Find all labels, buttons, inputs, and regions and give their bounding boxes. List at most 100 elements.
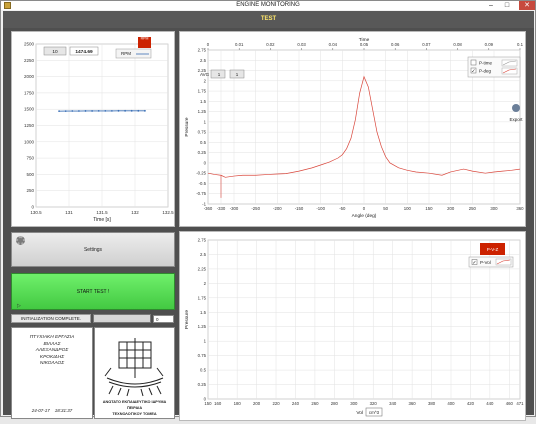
x-tick-label: -300 [230, 206, 239, 211]
rpm-plot-label: RPM [141, 37, 149, 41]
pressure-angle-chart: -1-0.75-0.5-0.2500.250.50.7511.251.51.75… [180, 32, 527, 228]
x-tick-label: 460 [506, 401, 514, 406]
x-tick-label: -100 [316, 206, 325, 211]
settings-label: Settings [84, 247, 102, 253]
y-axis-label: Pressure [184, 117, 190, 137]
x-tick-label: -200 [273, 206, 282, 211]
x-tick-label: 340 [389, 401, 397, 406]
rpm-data-point [85, 110, 87, 112]
x-tick-label: 320 [370, 401, 378, 406]
avg-label: AVG [200, 72, 210, 77]
top-tick-label: 0.03 [297, 42, 306, 47]
title-bar: ENGINE MONITORING – □ ✕ [1, 1, 535, 10]
y-tick-label: -0.75 [196, 191, 206, 196]
application-window: ENGINE MONITORING – □ ✕ TEST 02505007501… [0, 0, 536, 417]
rpm-value: 1474.69 [75, 49, 93, 55]
x-tick-label: 0 [363, 206, 366, 211]
export-label: Export [509, 117, 523, 122]
top-tick-label: 0 [207, 42, 210, 47]
pv-series-label: P-Vol [480, 260, 491, 265]
x-tick-label: 50 [383, 206, 388, 211]
y-tick-label: 2.5 [200, 252, 207, 257]
y-tick-label: 1250 [24, 123, 35, 128]
top-tick-label: 0.04 [329, 42, 338, 47]
x-tick-label: 180 [234, 401, 242, 406]
settings-button[interactable]: Settings [11, 232, 175, 267]
x-tick-label: 360 [409, 401, 417, 406]
x-tick-label: 131 [65, 210, 73, 215]
x-tick-label: 400 [447, 401, 455, 406]
rpm-chart: 0250500750100012501500175020002250250013… [12, 32, 176, 228]
rpm-data-point [111, 110, 113, 112]
count-value: 10 [52, 49, 58, 55]
app-icon [4, 2, 11, 9]
y-tick-label: 2 [204, 281, 207, 286]
x-axis-label: Time [s] [93, 217, 111, 223]
y-tick-label: -0.25 [196, 171, 206, 176]
logo-caption-2: ΤΕΧΝΟΛΟΓΙΚΟΥ ΤΟΜΕΑ [95, 411, 174, 417]
rpm-data-point [144, 110, 146, 112]
start-test-label: START TEST ! [77, 289, 110, 295]
x-tick-label: 100 [404, 206, 412, 211]
y-tick-label: 2000 [24, 74, 35, 79]
rpm-data-point [98, 110, 100, 112]
x-tick-label: 300 [350, 401, 358, 406]
x-tick-label: 160 [214, 401, 222, 406]
y-tick-label: 2.75 [198, 238, 207, 243]
x-tick-label: 360 [516, 206, 524, 211]
x-tick-label: -330 [217, 206, 226, 211]
x-tick-label: 131.5 [96, 210, 108, 215]
rpm-data-point [78, 110, 80, 112]
top-tick-label: 0.02 [266, 42, 275, 47]
y-tick-label: 2 [204, 78, 207, 83]
gear-icon [16, 236, 25, 245]
ship-logo-icon [95, 328, 174, 398]
rpm-data-point [124, 110, 126, 112]
x-tick-label: 471 [516, 401, 524, 406]
pressure-angle-panel: -1-0.75-0.5-0.2500.250.50.7511.251.51.75… [179, 31, 526, 227]
check-icon: ✓ [472, 260, 476, 266]
y-tick-label: 0 [204, 160, 207, 165]
minimize-icon[interactable]: – [483, 1, 499, 10]
x-tick-label: 260 [311, 401, 319, 406]
rpm-data-point [91, 110, 93, 112]
main-panel: TEST 02505007501000125015001750200022502… [3, 11, 534, 415]
check-icon: ✓ [471, 69, 475, 75]
x-tick-label: -50 [339, 206, 346, 211]
legend-label: P-time [479, 61, 492, 66]
y-tick-label: 0.5 [200, 368, 207, 373]
x-unit-label: cm^3 [369, 410, 380, 415]
x-tick-label: 150 [204, 401, 212, 406]
date-time: 24-07-17 18:31:37 [12, 408, 92, 413]
x-tick-label: 250 [469, 206, 477, 211]
y-tick-label: 1.25 [198, 324, 207, 329]
top-tick-label: 0.09 [485, 42, 494, 47]
start-test-button[interactable]: ▷ START TEST ! [11, 273, 175, 310]
y-tick-label: 0.25 [198, 382, 207, 387]
y-tick-label: -0.5 [199, 181, 207, 186]
x-tick-label: 132 [131, 210, 139, 215]
top-tick-label: 0.1 [517, 42, 524, 47]
rpm-legend-label: RPM [121, 51, 131, 56]
legend-checkbox [471, 60, 476, 65]
close-icon[interactable]: ✕ [519, 1, 535, 10]
rpm-data-point [58, 110, 60, 112]
x-tick-label: 420 [467, 401, 475, 406]
x-tick-label: 220 [272, 401, 280, 406]
y-tick-label: 0.25 [198, 150, 207, 155]
window-title: ENGINE MONITORING [236, 2, 300, 8]
progress-value: 0 [153, 315, 174, 323]
y-tick-label: 1 [204, 119, 207, 124]
y-tick-label: 2.75 [198, 48, 207, 53]
maximize-icon[interactable]: □ [499, 1, 515, 10]
y-tick-label: 1.25 [198, 109, 207, 114]
rpm-chart-panel: 0250500750100012501500175020002250250013… [11, 31, 175, 227]
top-tick-label: 0.07 [422, 42, 431, 47]
y-tick-label: 250 [26, 188, 34, 193]
y-tick-label: 1500 [24, 107, 35, 112]
date-value: 24-07-17 [32, 408, 50, 413]
y-tick-label: 2500 [24, 42, 35, 47]
export-icon [512, 104, 520, 112]
logo-caption-1: ΑΝΩΤΑΤΟ ΕΚΠΑΙΔΕΥΤΙΚΟ ΙΔΡΥΜΑ ΠΕΙΡΑΙΑ [95, 399, 174, 411]
rpm-data-point [137, 110, 139, 112]
